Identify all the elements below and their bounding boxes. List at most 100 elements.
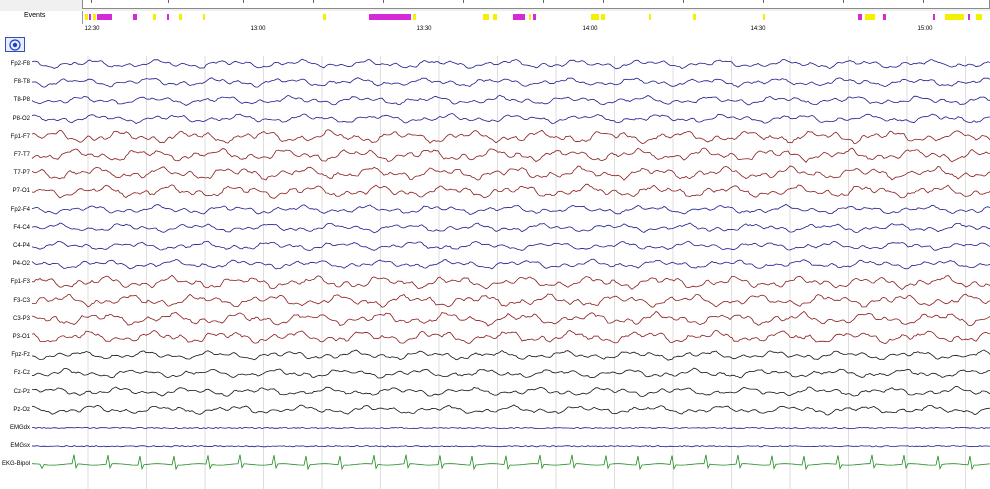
event-marker[interactable] bbox=[968, 14, 970, 20]
channel-trace bbox=[31, 445, 990, 448]
overview-mark bbox=[603, 0, 604, 3]
event-marker[interactable] bbox=[883, 14, 886, 20]
channel-label[interactable]: C4-P4 bbox=[0, 242, 30, 250]
overview-mark bbox=[91, 0, 92, 3]
channel-trace bbox=[31, 258, 990, 270]
event-marker[interactable] bbox=[649, 14, 651, 20]
channel-label[interactable]: Fpz-Fz bbox=[0, 351, 30, 359]
event-marker[interactable] bbox=[179, 14, 182, 20]
channel-label[interactable]: Fz-Cz bbox=[0, 369, 30, 377]
channel-label[interactable]: F7-T7 bbox=[0, 151, 30, 159]
overview-scrollbar[interactable] bbox=[82, 0, 990, 9]
channel-trace bbox=[31, 222, 990, 234]
event-marker[interactable] bbox=[203, 14, 205, 20]
channel-label[interactable]: C3-P3 bbox=[0, 315, 30, 323]
eeg-traces bbox=[31, 56, 990, 489]
event-marker[interactable] bbox=[933, 14, 935, 20]
overview-mark bbox=[683, 0, 684, 3]
event-marker[interactable] bbox=[167, 14, 169, 20]
channel-trace bbox=[31, 404, 990, 416]
channel-label[interactable]: Cz-Pz bbox=[0, 388, 30, 396]
event-marker[interactable] bbox=[85, 14, 88, 20]
event-marker[interactable] bbox=[693, 14, 696, 20]
overview-mark bbox=[463, 0, 464, 3]
channel-label[interactable]: P7-O1 bbox=[0, 187, 30, 195]
event-marker[interactable] bbox=[89, 14, 91, 20]
time-axis: 12:30 13:00 13:30 14:00 14:30 15:00 bbox=[0, 24, 990, 36]
channel-label[interactable]: T8-P8 bbox=[0, 96, 30, 104]
overview-mark bbox=[923, 0, 924, 3]
overview-mark bbox=[313, 0, 314, 3]
event-marker[interactable] bbox=[858, 14, 862, 20]
events-track[interactable] bbox=[82, 11, 990, 24]
channel-trace bbox=[31, 454, 990, 471]
event-marker[interactable] bbox=[133, 14, 137, 20]
channel-label[interactable]: P8-O2 bbox=[0, 115, 30, 123]
events-label: Events bbox=[24, 12, 46, 19]
channel-label[interactable]: F8-T8 bbox=[0, 78, 30, 86]
event-marker[interactable] bbox=[763, 14, 765, 20]
channel-label[interactable]: P3-O1 bbox=[0, 333, 30, 341]
channel-trace bbox=[31, 329, 990, 344]
time-label: 12:30 bbox=[84, 26, 100, 32]
channel-label[interactable]: Fp2-F4 bbox=[0, 206, 30, 214]
overview-mark bbox=[543, 0, 544, 3]
channel-label[interactable]: EMGsx bbox=[0, 442, 30, 450]
channel-trace bbox=[31, 203, 990, 216]
channel-label[interactable]: P4-O2 bbox=[0, 260, 30, 268]
event-marker[interactable] bbox=[945, 14, 959, 20]
event-marker[interactable] bbox=[153, 14, 156, 20]
channel-label[interactable]: Fp2-F8 bbox=[0, 60, 30, 68]
channel-trace bbox=[31, 367, 990, 379]
event-marker[interactable] bbox=[529, 14, 531, 20]
event-marker[interactable] bbox=[323, 14, 326, 20]
channel-label[interactable]: F3-C3 bbox=[0, 297, 30, 305]
time-label: 13:00 bbox=[250, 26, 266, 32]
time-label: 13:30 bbox=[416, 26, 432, 32]
overview-mark bbox=[243, 0, 244, 3]
channel-label[interactable]: Pz-Oz bbox=[0, 406, 30, 414]
event-marker[interactable] bbox=[513, 14, 525, 20]
channel-label[interactable]: EMGdx bbox=[0, 424, 30, 432]
event-marker[interactable] bbox=[533, 14, 536, 20]
channel-trace bbox=[31, 129, 990, 144]
event-marker[interactable] bbox=[413, 14, 416, 20]
channel-label[interactable]: EKG-Bipol bbox=[0, 460, 30, 468]
channel-trace bbox=[31, 165, 990, 181]
event-marker[interactable] bbox=[865, 14, 875, 20]
time-label: 14:30 bbox=[750, 26, 766, 32]
channel-trace bbox=[31, 274, 990, 291]
channel-trace bbox=[31, 58, 990, 70]
channel-trace bbox=[31, 240, 990, 251]
montage-button[interactable] bbox=[5, 37, 25, 52]
eeg-trace-area[interactable] bbox=[0, 36, 990, 489]
channel-trace bbox=[31, 349, 990, 361]
channel-trace bbox=[31, 385, 990, 397]
time-label: 15:00 bbox=[917, 26, 933, 32]
channel-trace bbox=[31, 77, 990, 88]
event-marker[interactable] bbox=[97, 14, 112, 20]
event-marker[interactable] bbox=[93, 14, 96, 20]
events-row: Events bbox=[0, 11, 990, 25]
channel-trace bbox=[31, 426, 990, 430]
event-marker[interactable] bbox=[591, 14, 599, 20]
channel-label[interactable]: T7-P7 bbox=[0, 169, 30, 177]
event-marker[interactable] bbox=[369, 14, 411, 20]
event-marker[interactable] bbox=[976, 14, 982, 20]
channel-trace bbox=[31, 94, 990, 106]
channel-trace bbox=[31, 147, 990, 164]
channel-trace bbox=[31, 310, 990, 327]
event-marker[interactable] bbox=[483, 14, 489, 20]
channel-trace bbox=[32, 293, 990, 308]
channel-label[interactable]: F4-C4 bbox=[0, 224, 30, 232]
overview-mark bbox=[168, 0, 169, 3]
event-marker[interactable] bbox=[959, 14, 964, 20]
event-marker[interactable] bbox=[601, 14, 605, 20]
overview-mark bbox=[383, 0, 384, 3]
target-icon bbox=[9, 38, 21, 51]
overview-mark bbox=[763, 0, 764, 3]
event-marker[interactable] bbox=[493, 14, 497, 20]
channel-label[interactable]: Fp1-F3 bbox=[0, 278, 30, 286]
channel-trace bbox=[31, 113, 990, 124]
channel-label[interactable]: Fp1-F7 bbox=[0, 133, 30, 141]
